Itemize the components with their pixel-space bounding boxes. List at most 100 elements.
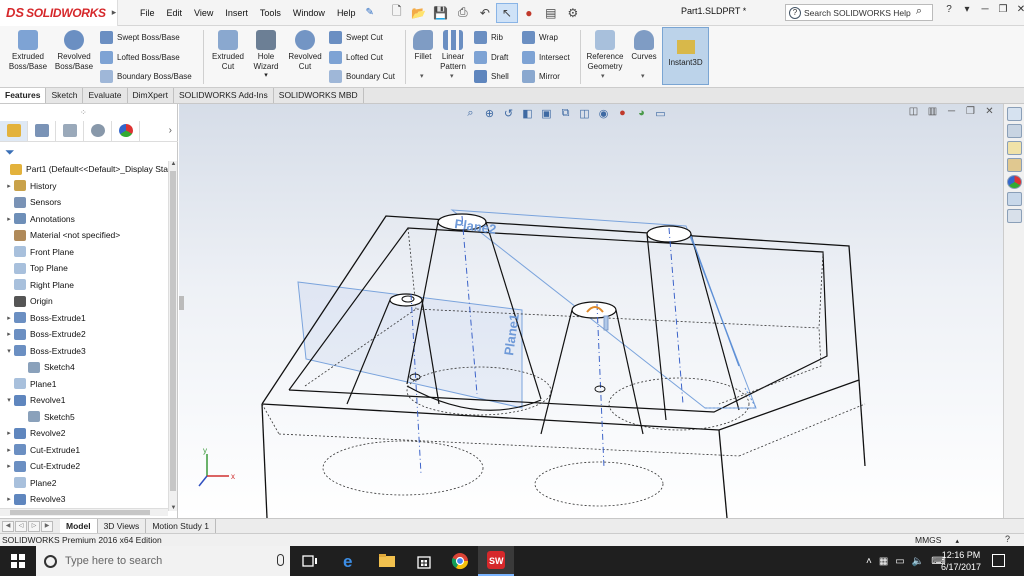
swept-boss-button[interactable]: Swept Boss/Base (100, 31, 180, 44)
curves-button[interactable]: Curves (628, 30, 660, 62)
tab-features[interactable]: Features (0, 88, 47, 103)
restore-icon[interactable]: ❐ (994, 4, 1012, 15)
scroll-down-icon[interactable]: ▼ (169, 505, 178, 511)
expand-toggle-icon[interactable]: ▸ (4, 446, 14, 454)
tab-evaluate[interactable]: Evaluate (83, 88, 128, 103)
draft-button[interactable]: Draft (474, 51, 508, 64)
scrollbar-thumb[interactable] (10, 510, 150, 515)
open-document-icon[interactable]: 📂 (408, 3, 430, 23)
tree-item[interactable]: ▾ Revolve1 (0, 392, 168, 409)
wrap-button[interactable]: Wrap (522, 31, 558, 44)
next-tab-icon[interactable]: ▷ (28, 520, 40, 532)
display-manager-tab[interactable] (112, 120, 140, 141)
expand-toggle-icon[interactable]: ▸ (4, 462, 14, 470)
tree-item[interactable]: ▸ Cut-Extrude1 (0, 442, 168, 459)
forum-icon[interactable] (1007, 209, 1022, 223)
unit-system-selector[interactable]: MMGS ▴ (915, 535, 959, 545)
file-explorer-icon[interactable] (1007, 141, 1022, 155)
help-dropdown-icon[interactable]: ▾ (958, 4, 976, 15)
tab-solidworks-add-ins[interactable]: SOLIDWORKS Add-Ins (174, 88, 274, 103)
tab-dimxpert[interactable]: DimXpert (128, 88, 174, 103)
save-icon[interactable]: 💾 (430, 3, 452, 23)
boundary-boss-button[interactable]: Boundary Boss/Base (100, 70, 192, 83)
appearances-icon[interactable] (1007, 175, 1022, 189)
curves-dropdown-icon[interactable]: ▾ (641, 72, 645, 80)
intersect-button[interactable]: Intersect (522, 51, 570, 64)
tab-3d-views[interactable]: 3D Views (98, 519, 147, 533)
revolved-boss-button[interactable]: Revolved Boss/Base (52, 30, 96, 71)
undo-icon[interactable]: ↶ (474, 3, 496, 23)
scroll-up-icon[interactable]: ▲ (169, 161, 178, 167)
minimize-icon[interactable]: ─ (976, 4, 994, 15)
battery-icon[interactable]: ▭ (895, 556, 904, 567)
file-explorer-taskbar-icon[interactable] (377, 551, 397, 571)
panel-splitter-handle[interactable]: ⁘ (80, 108, 87, 117)
expand-toggle-icon[interactable]: ▸ (4, 215, 14, 223)
reference-geometry-button[interactable]: Reference Geometry (584, 30, 626, 71)
hole-wizard-dropdown-icon[interactable]: ▾ (264, 71, 268, 81)
revolved-cut-button[interactable]: Revolved Cut (284, 30, 326, 71)
tree-item[interactable]: Top Plane (0, 260, 168, 277)
instant3d-button[interactable]: Instant3D (662, 27, 709, 85)
volume-icon[interactable]: 🔈 (912, 556, 924, 567)
extruded-boss-button[interactable]: Extruded Boss/Base (6, 30, 50, 71)
show-hidden-icons-icon[interactable]: ˄ (866, 556, 872, 567)
tree-item[interactable]: ▸ Cut-Extrude2 (0, 458, 168, 475)
fillet-button[interactable]: Fillet (409, 30, 437, 62)
print-icon[interactable]: ⎙ (452, 3, 474, 23)
expand-toggle-icon[interactable]: ▸ (4, 314, 14, 322)
store-icon[interactable] (414, 551, 434, 571)
edge-browser-icon[interactable]: e (340, 551, 360, 571)
menu-insert[interactable]: Insert (219, 8, 254, 18)
hole-wizard-button[interactable]: Hole Wizard ▾ (246, 30, 286, 81)
lofted-cut-button[interactable]: Lofted Cut (329, 51, 383, 64)
property-manager-tab[interactable] (28, 120, 56, 141)
file-properties-icon[interactable]: ▤ (540, 3, 562, 23)
linear-pattern-dropdown-icon[interactable]: ▾ (450, 72, 454, 80)
menu-tools[interactable]: Tools (254, 8, 287, 18)
tree-item[interactable]: Sensors (0, 194, 168, 211)
menu-edit[interactable]: Edit (161, 8, 189, 18)
tree-item[interactable]: Sketch5 (0, 409, 168, 426)
tree-item[interactable]: ▸ Annotations (0, 211, 168, 228)
linear-pattern-button[interactable]: Linear Pattern (437, 30, 469, 71)
menu-window[interactable]: Window (287, 8, 331, 18)
tree-item[interactable]: Front Plane (0, 244, 168, 261)
system-clock[interactable]: 12:16 PM 6/17/2017 (938, 549, 984, 573)
reference-geometry-dropdown-icon[interactable]: ▾ (601, 72, 605, 80)
tab-solidworks-mbd[interactable]: SOLIDWORKS MBD (274, 88, 364, 103)
prev-tab-icon[interactable]: ◁ (15, 520, 27, 532)
custom-properties-icon[interactable] (1007, 192, 1022, 206)
action-center-icon[interactable] (992, 554, 1005, 567)
menu-help[interactable]: Help (331, 8, 362, 18)
tree-root-part[interactable]: Part1 (Default<<Default>_Display Sta (0, 161, 168, 178)
tree-vertical-scrollbar[interactable]: ▲ ▼ (168, 161, 177, 511)
expand-toggle-icon[interactable]: ▾ (4, 347, 14, 355)
status-help-icon[interactable]: ? (1005, 534, 1010, 544)
chevron-right-icon[interactable]: › (169, 125, 172, 136)
feature-manager-tab[interactable] (0, 120, 28, 141)
lofted-boss-button[interactable]: Lofted Boss/Base (100, 51, 180, 64)
extruded-cut-button[interactable]: Extruded Cut (208, 30, 248, 71)
last-tab-icon[interactable]: ▶ (41, 520, 53, 532)
solidworks-taskbar-icon[interactable]: SW (478, 546, 514, 576)
menu-file[interactable]: File (134, 8, 161, 18)
tab-sketch[interactable]: Sketch (46, 88, 84, 103)
graphics-area[interactable]: ⌕ ⊕ ↺ ◧ ▣ ⧉ ◫ ◉ ● ◕ ▭ ◫ ▥ ─ ❐ ✕ Plane2 P… (179, 104, 1003, 518)
tree-item[interactable]: ▸ Revolve3 (0, 491, 168, 508)
tree-horizontal-scrollbar[interactable] (0, 508, 168, 516)
options-gear-icon[interactable]: ⚙ (562, 3, 584, 23)
scrollbar-thumb[interactable] (170, 171, 176, 491)
expand-toggle-icon[interactable]: ▸ (4, 429, 14, 437)
design-library-icon[interactable] (1007, 124, 1022, 138)
tree-item[interactable]: Origin (0, 293, 168, 310)
shell-button[interactable]: Shell (474, 70, 509, 83)
tree-item[interactable]: ▸ Revolve2 (0, 425, 168, 442)
menu-view[interactable]: View (188, 8, 219, 18)
tree-item[interactable]: Plane2 (0, 475, 168, 492)
tree-item[interactable]: ▸ History (0, 178, 168, 195)
swept-cut-button[interactable]: Swept Cut (329, 31, 383, 44)
select-pointer-icon[interactable]: ↖ (495, 2, 518, 23)
solidworks-logo[interactable]: DS SOLIDWORKS ▸ (0, 0, 118, 26)
new-document-icon[interactable]: 🗋 (386, 3, 408, 23)
